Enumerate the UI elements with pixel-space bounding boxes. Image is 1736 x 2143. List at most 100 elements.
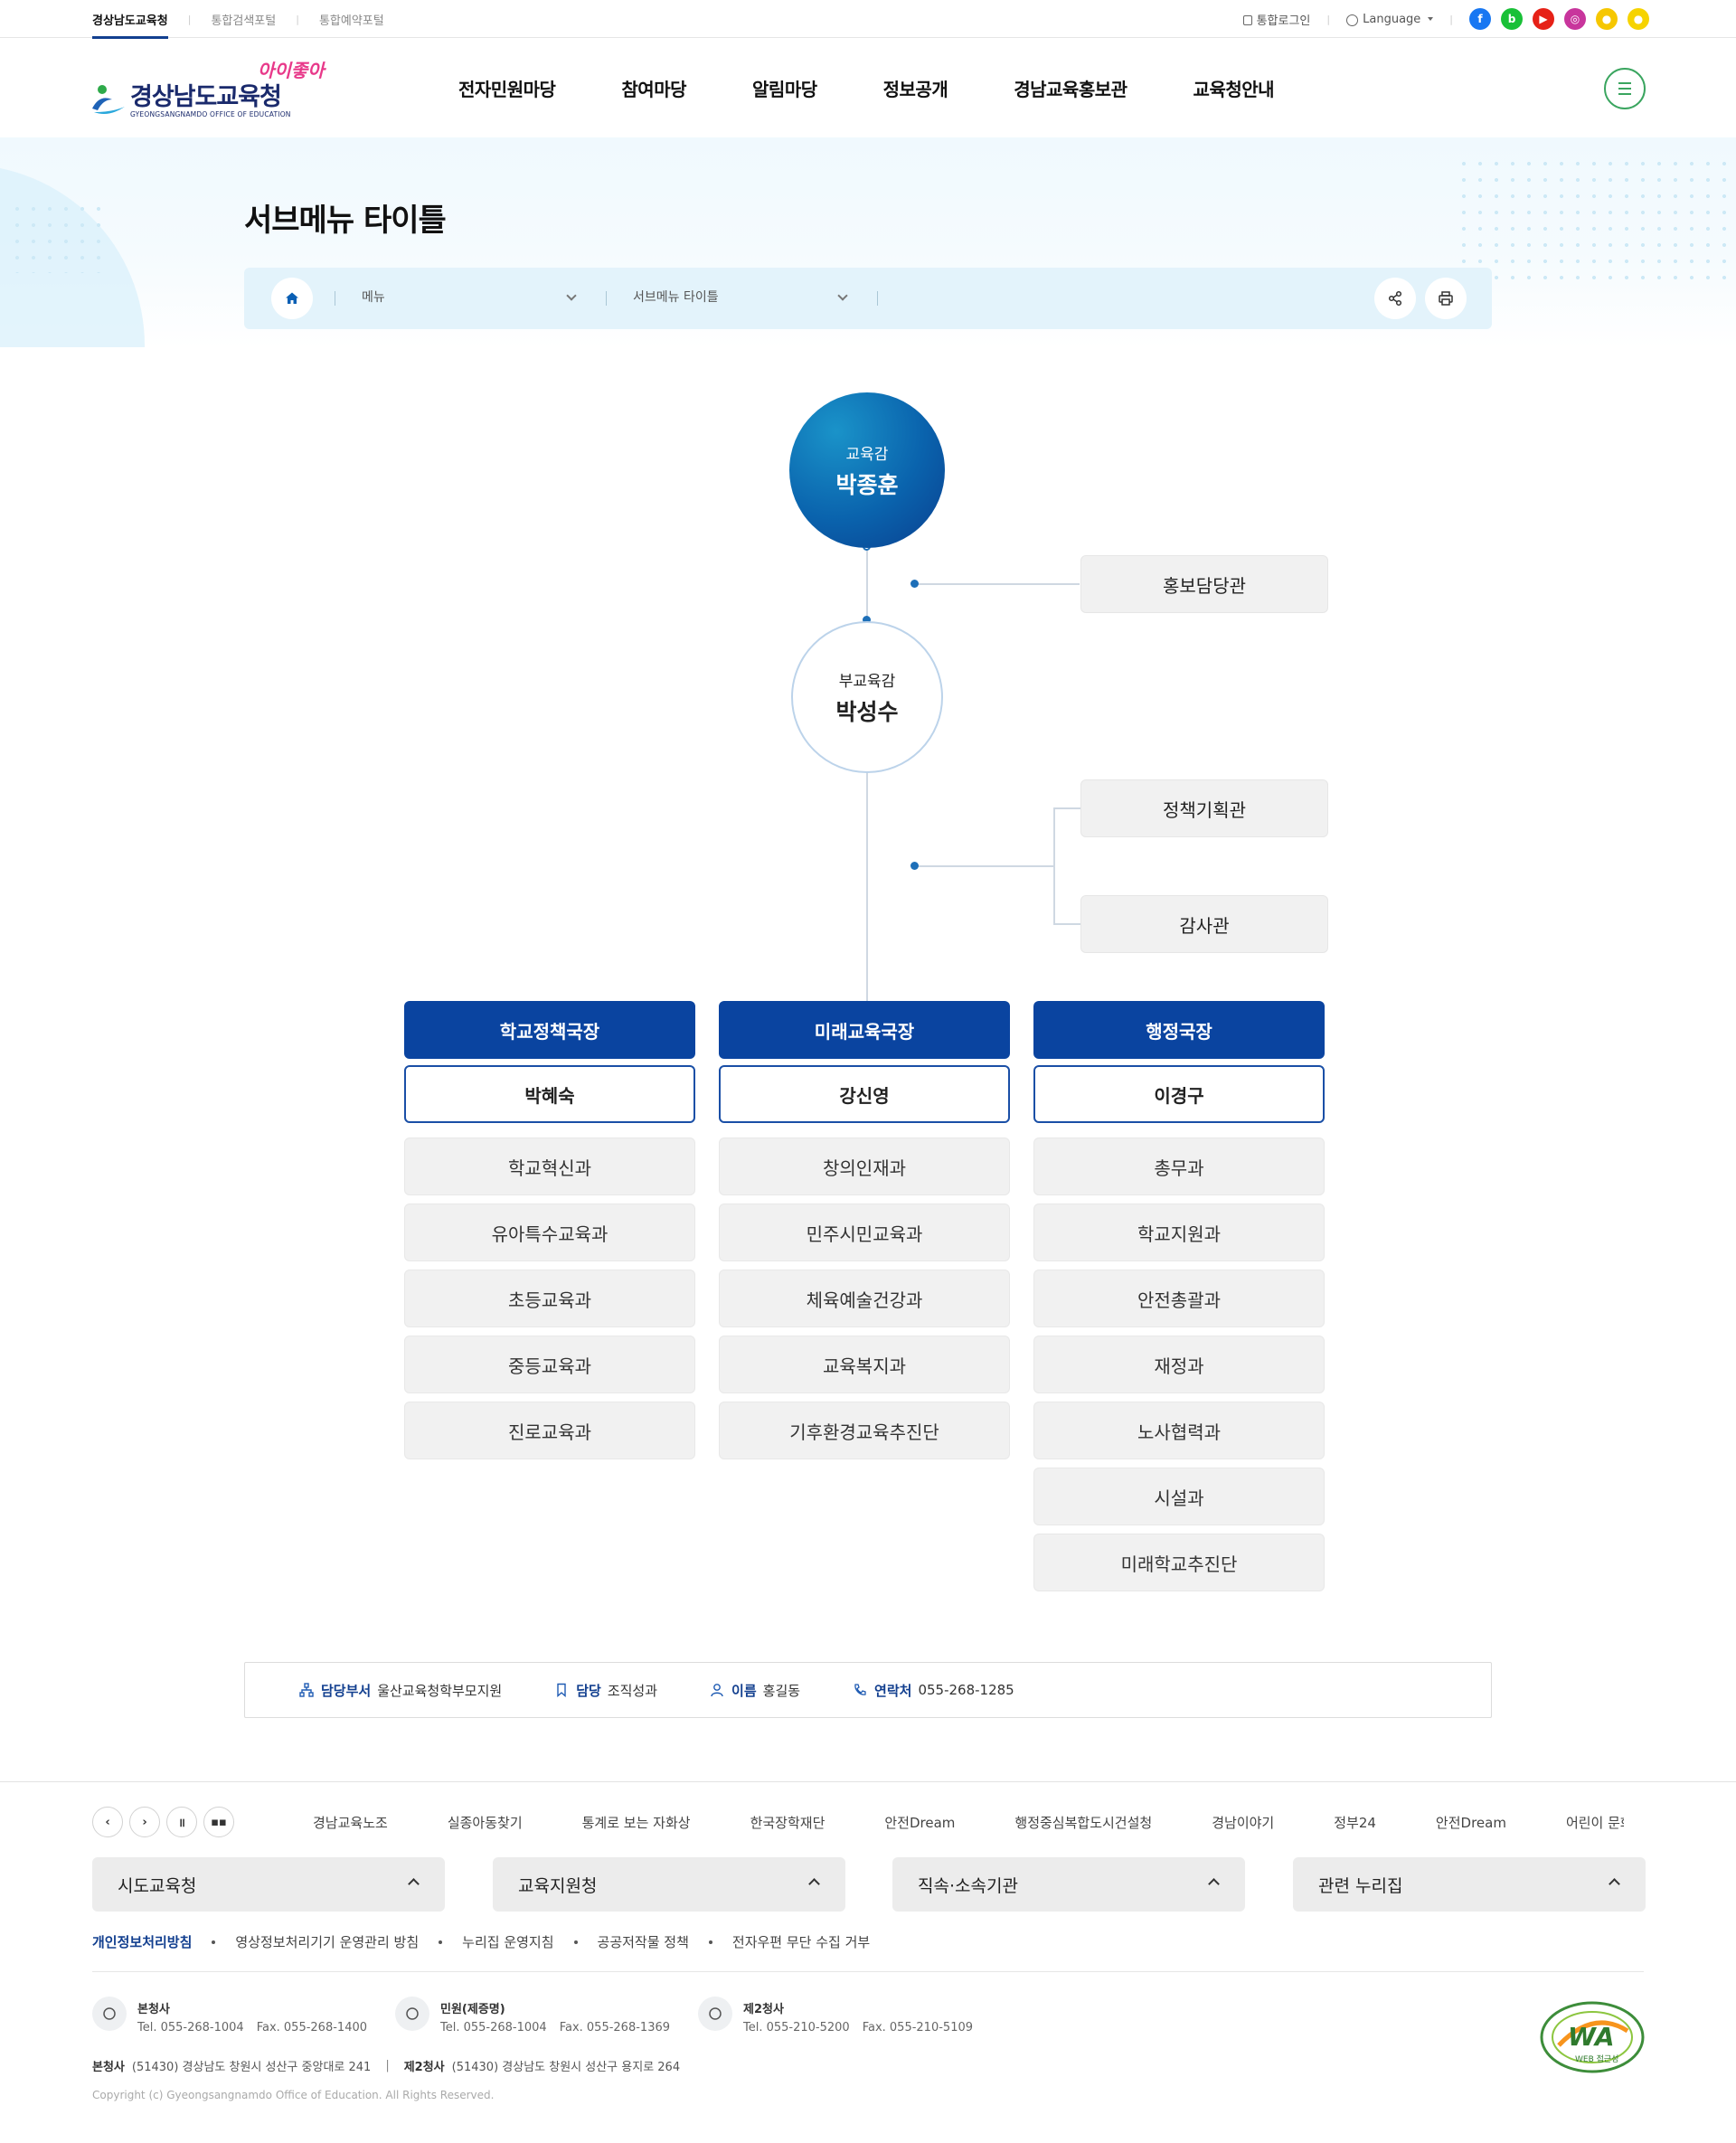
org-dept-item[interactable]: 안전총괄과 xyxy=(1033,1270,1325,1327)
org-dept-item[interactable]: 학교혁신과 xyxy=(404,1138,695,1195)
org-dept-item[interactable]: 시설과 xyxy=(1033,1468,1325,1525)
web-accessibility-mark[interactable]: WA WEB 접근성 xyxy=(1539,2000,1646,2074)
prev-icon[interactable]: ‹ xyxy=(92,1807,123,1837)
util-link-office[interactable]: 경상남도교육청 xyxy=(92,0,168,39)
kakaostory-icon[interactable]: ● xyxy=(1596,8,1618,30)
policy-link[interactable]: 영상정보처리기기 운영관리 방침 xyxy=(235,1932,419,1951)
nav-item-promotion[interactable]: 경남교육홍보관 xyxy=(1014,75,1127,101)
language-label: Language xyxy=(1363,12,1421,26)
banner-link[interactable]: 통계로 보는 자화상 xyxy=(582,1813,691,1832)
pause-icon[interactable]: ॥ xyxy=(166,1807,197,1837)
util-link-reservation-portal[interactable]: 통합예약포털 xyxy=(319,11,384,28)
org-column-name: 이경구 xyxy=(1033,1065,1325,1123)
org-dept-item[interactable]: 진로교육과 xyxy=(404,1402,695,1459)
nav-item-civil[interactable]: 전자민원마당 xyxy=(458,75,556,101)
banner-link[interactable]: 경남이야기 xyxy=(1212,1813,1274,1832)
org-column-head[interactable]: 미래교육국장 xyxy=(719,1001,1010,1059)
nav-item-notice[interactable]: 알림마당 xyxy=(752,75,817,101)
logo-subtext: GYEONGSANGNAMDO OFFICE OF EDUCATION xyxy=(130,110,291,118)
contact-title: 본청사 xyxy=(137,2003,170,2016)
org-dept-item[interactable]: 민주시민교육과 xyxy=(719,1204,1010,1261)
org-dept-item[interactable]: 기후환경교육추진단 xyxy=(719,1402,1010,1459)
info-label: 연락처 xyxy=(874,1682,912,1699)
org-dept-item[interactable]: 체육예술건강과 xyxy=(719,1270,1010,1327)
org-column-head[interactable]: 행정국장 xyxy=(1033,1001,1325,1059)
info-value: 조직성과 xyxy=(607,1682,658,1699)
home-button[interactable] xyxy=(271,278,313,319)
chevron-down-icon[interactable] xyxy=(566,290,577,301)
header: 아이좋아 경상남도교육청 GYEONGSANGNAMDO OFFICE OF E… xyxy=(0,38,1736,137)
breadcrumb-menu[interactable]: 메뉴 xyxy=(362,288,385,306)
address-value: (51430) 경상남도 창원시 성산구 중앙대로 241 xyxy=(131,2061,372,2074)
policy-link[interactable]: 전자우편 무단 수집 거부 xyxy=(732,1932,870,1951)
contact-item: 본청사 Tel. 055-268-1004 Fax. 055-268-1400 xyxy=(92,1997,367,2034)
banner-link[interactable]: 안전Dream xyxy=(884,1813,955,1832)
org-dept-item[interactable]: 교육복지과 xyxy=(719,1336,1010,1393)
org-column-head[interactable]: 학교정책국장 xyxy=(404,1001,695,1059)
org-dept-item[interactable]: 미래학교추진단 xyxy=(1033,1534,1325,1591)
policy-link[interactable]: 누리집 운영지침 xyxy=(462,1932,553,1951)
login-link[interactable]: 통합로그인 xyxy=(1242,11,1310,28)
utility-right: 통합로그인 | Language | f b ▶ ◎ ● ● xyxy=(1242,0,1649,38)
banner-link[interactable]: 안전Dream xyxy=(1436,1813,1506,1832)
family-site-select[interactable]: 교육지원청 xyxy=(493,1857,845,1912)
banner-link[interactable]: 한국장학재단 xyxy=(750,1813,826,1832)
family-site-select[interactable]: 시도교육청 xyxy=(92,1857,445,1912)
address: 본청사 (51430) 경상남도 창원시 성산구 중앙대로 241 | 제2청사… xyxy=(92,2057,680,2074)
bullet xyxy=(708,1940,712,1944)
family-site-select[interactable]: 관련 누리집 xyxy=(1293,1857,1646,1912)
language-select[interactable]: Language xyxy=(1346,12,1434,26)
facebook-icon[interactable]: f xyxy=(1469,8,1491,30)
blog-icon[interactable]: b xyxy=(1501,8,1523,30)
org-dept-item[interactable]: 창의인재과 xyxy=(719,1138,1010,1195)
policy-link[interactable]: 공공저작물 정책 xyxy=(598,1932,689,1951)
banner-link[interactable]: 실종아동찾기 xyxy=(448,1813,523,1832)
node-name: 박성수 xyxy=(835,698,899,725)
grid-icon[interactable]: ▪▪ xyxy=(203,1807,234,1837)
chevron-up-icon xyxy=(1208,1878,1220,1890)
divider xyxy=(877,291,878,306)
divider: | xyxy=(187,13,192,25)
kakaotalk-icon[interactable]: ● xyxy=(1628,8,1649,30)
util-link-search-portal[interactable]: 통합검색포털 xyxy=(211,11,276,28)
divider: | xyxy=(385,2059,390,2072)
org-node-pr[interactable]: 홍보담당관 xyxy=(1080,555,1328,613)
all-menu-button[interactable] xyxy=(1604,68,1646,109)
org-dept-item[interactable]: 중등교육과 xyxy=(404,1336,695,1393)
family-site-select[interactable]: 직속·소속기관 xyxy=(892,1857,1245,1912)
info-charge: 담당 조직성과 xyxy=(554,1681,657,1700)
headset-icon xyxy=(395,1997,429,2031)
print-button[interactable] xyxy=(1425,278,1467,319)
next-icon[interactable]: › xyxy=(129,1807,160,1837)
breadcrumb-submenu[interactable]: 서브메뉴 타이틀 xyxy=(633,288,719,306)
connector-line xyxy=(1053,807,1055,924)
banner-link[interactable]: 어린이 문화 xyxy=(1566,1813,1624,1832)
policy-link[interactable]: 개인정보처리방침 xyxy=(92,1932,192,1951)
caret-down-icon xyxy=(1428,17,1434,21)
connector-line xyxy=(1053,923,1080,925)
instagram-icon[interactable]: ◎ xyxy=(1564,8,1586,30)
chevron-up-icon xyxy=(808,1878,820,1890)
share-button[interactable] xyxy=(1374,278,1416,319)
org-dept-item[interactable]: 노사협력과 xyxy=(1033,1402,1325,1459)
nav-item-guide[interactable]: 교육청안내 xyxy=(1194,75,1275,101)
org-node-policy-planning[interactable]: 정책기획관 xyxy=(1080,779,1328,837)
org-dept-item[interactable]: 총무과 xyxy=(1033,1138,1325,1195)
org-dept-item[interactable]: 학교지원과 xyxy=(1033,1204,1325,1261)
connector-line xyxy=(1053,807,1080,809)
org-dept-item[interactable]: 유아특수교육과 xyxy=(404,1204,695,1261)
nav-item-participation[interactable]: 참여마당 xyxy=(621,75,686,101)
chevron-down-icon[interactable] xyxy=(837,290,848,301)
banner-link[interactable]: 행정중심복합도시건설청 xyxy=(1014,1813,1152,1832)
contact-title: 제2청사 xyxy=(743,2003,784,2016)
contact-fax: Fax. 055-268-1400 xyxy=(256,2021,368,2034)
nav-item-disclosure[interactable]: 정보공개 xyxy=(883,75,948,101)
org-dept-item[interactable]: 초등교육과 xyxy=(404,1270,695,1327)
org-node-audit[interactable]: 감사관 xyxy=(1080,895,1328,953)
org-dept-item[interactable]: 재정과 xyxy=(1033,1336,1325,1393)
banner-link[interactable]: 정부24 xyxy=(1334,1813,1376,1832)
banner-link[interactable]: 경남교육노조 xyxy=(313,1813,388,1832)
info-value: 울산교육청학부모지원 xyxy=(377,1682,503,1699)
site-logo[interactable]: 아이좋아 경상남도교육청 GYEONGSANGNAMDO OFFICE OF E… xyxy=(90,54,326,118)
youtube-icon[interactable]: ▶ xyxy=(1533,8,1554,30)
